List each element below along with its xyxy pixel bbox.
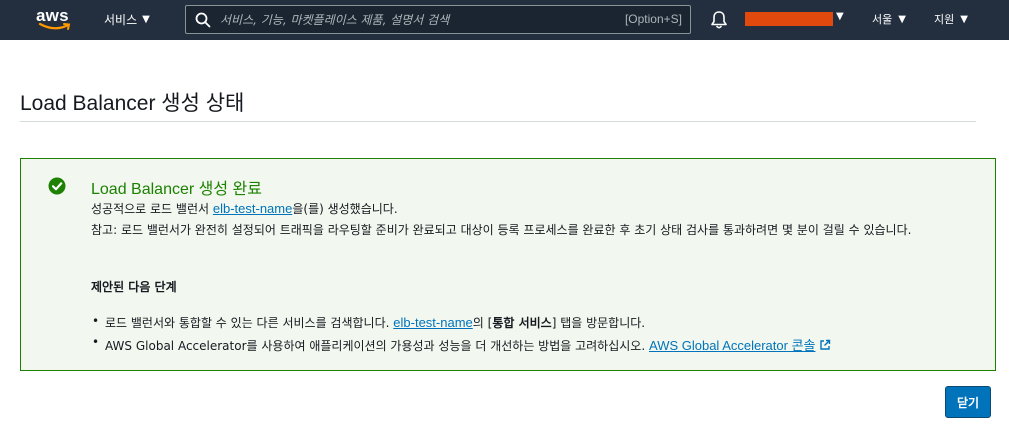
step1-mid: 의 [: [472, 316, 493, 330]
close-button[interactable]: 닫기: [945, 386, 991, 418]
external-link-icon: [819, 339, 830, 350]
notifications-bell-icon[interactable]: [710, 10, 728, 30]
alert-title: Load Balancer 생성 완료: [91, 181, 262, 198]
caret-down-icon: ▼: [898, 13, 906, 25]
search-shortcut-hint: [Option+S]: [624, 12, 682, 26]
step1-suffix: ] 탭을 방문합니다.: [551, 316, 646, 330]
search-icon: [195, 12, 211, 28]
success-check-icon: [48, 177, 66, 195]
search-input[interactable]: [220, 6, 600, 33]
alert-message-prefix: 성공적으로 로드 밸런서: [91, 202, 210, 216]
global-accelerator-console-link[interactable]: AWS Global Accelerator 콘솔: [649, 338, 831, 353]
alert-note: 참고: 로드 밸런서가 완전히 설정되어 트래픽을 라우팅할 준비가 완료되고 …: [91, 223, 912, 237]
support-menu[interactable]: 지원 ▼: [934, 11, 968, 27]
support-label: 지원: [934, 13, 955, 26]
step1-text: 로드 밸런서와 통합할 수 있는 다른 서비스를 검색합니다.: [105, 316, 390, 330]
top-navigation: aws 서비스 ▼ [Option+S] ▼ 서울 ▼ 지원 ▼: [0, 0, 1009, 40]
region-label: 서울: [872, 13, 893, 26]
alert-message: 성공적으로 로드 밸런서 elb-test-name을(를) 생성했습니다.: [91, 200, 398, 217]
search-box[interactable]: [Option+S]: [185, 5, 691, 34]
caret-down-icon: ▼: [960, 13, 968, 25]
aws-smile-icon: [38, 23, 71, 30]
next-steps-list: 로드 밸런서와 통합할 수 있는 다른 서비스를 검색합니다. elb-test…: [91, 314, 831, 356]
caret-down-icon[interactable]: ▼: [836, 11, 844, 22]
success-alert: Load Balancer 생성 완료 성공적으로 로드 밸런서 elb-tes…: [20, 158, 996, 371]
services-menu-button[interactable]: 서비스 ▼: [104, 11, 150, 28]
page-title: Load Balancer 생성 상태: [20, 92, 245, 115]
integrated-services-lb-link[interactable]: elb-test-name: [393, 315, 472, 330]
region-selector[interactable]: 서울 ▼: [872, 11, 906, 27]
list-item: AWS Global Accelerator를 사용하여 애플리케이션의 가용성…: [91, 335, 831, 356]
next-steps-title: 제안된 다음 단계: [91, 280, 177, 294]
load-balancer-name-link[interactable]: elb-test-name: [213, 201, 292, 216]
account-menu-redacted[interactable]: [745, 12, 833, 26]
list-item: 로드 밸런서와 통합할 수 있는 다른 서비스를 검색합니다. elb-test…: [91, 314, 831, 335]
step2-text: AWS Global Accelerator를 사용하여 애플리케이션의 가용성…: [105, 339, 646, 353]
alert-message-suffix: 을(를) 생성했습니다.: [292, 202, 398, 216]
aws-logo[interactable]: aws: [36, 6, 76, 34]
title-divider: [20, 121, 976, 122]
caret-down-icon: ▼: [142, 14, 150, 25]
integrated-services-tab-name: 통합 서비스: [492, 316, 552, 330]
services-label: 서비스: [104, 13, 138, 27]
global-accelerator-link-label: AWS Global Accelerator 콘솔: [649, 338, 816, 353]
